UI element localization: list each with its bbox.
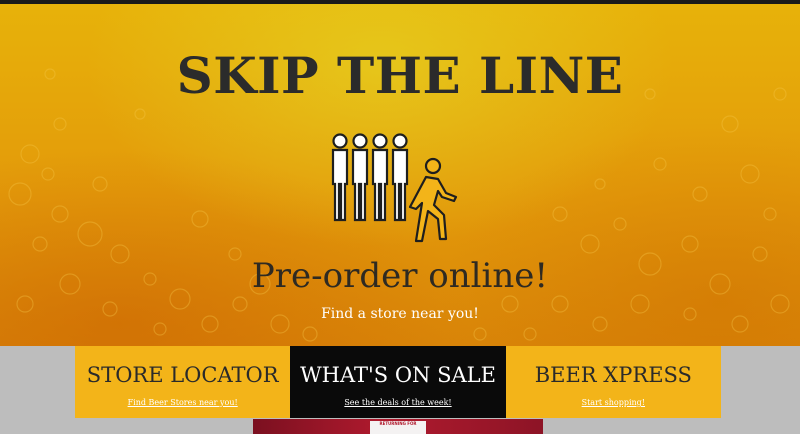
beer-xpress-card[interactable]: BEER XPRESS Start shopping! [505, 346, 721, 418]
beer-xpress-title: BEER XPRESS [534, 363, 692, 387]
promo-banner-tag: RETURNING FOR [370, 421, 426, 434]
store-locator-card[interactable]: STORE LOCATOR Find Beer Stores near you! [75, 346, 291, 418]
store-locator-title: STORE LOCATOR [86, 363, 279, 387]
feature-cards: STORE LOCATOR Find Beer Stores near you!… [75, 346, 721, 418]
queue-skip-icon [331, 133, 458, 243]
find-store-link[interactable]: Find a store near you! [0, 305, 800, 323]
whats-on-sale-link[interactable]: See the deals of the week! [344, 398, 451, 408]
beer-xpress-link[interactable]: Start shopping! [582, 398, 645, 408]
whats-on-sale-card[interactable]: WHAT'S ON SALE See the deals of the week… [290, 346, 506, 418]
hero-banner: SKIP THE LINE Pre-order online! Find a s… [0, 4, 800, 346]
promo-banner[interactable]: RETURNING FOR [253, 419, 543, 434]
hero-subtitle: Pre-order online! [251, 256, 549, 296]
whats-on-sale-title: WHAT'S ON SALE [300, 363, 496, 387]
hero-title: SKIP THE LINE [176, 46, 624, 105]
store-locator-link[interactable]: Find Beer Stores near you! [128, 398, 238, 408]
